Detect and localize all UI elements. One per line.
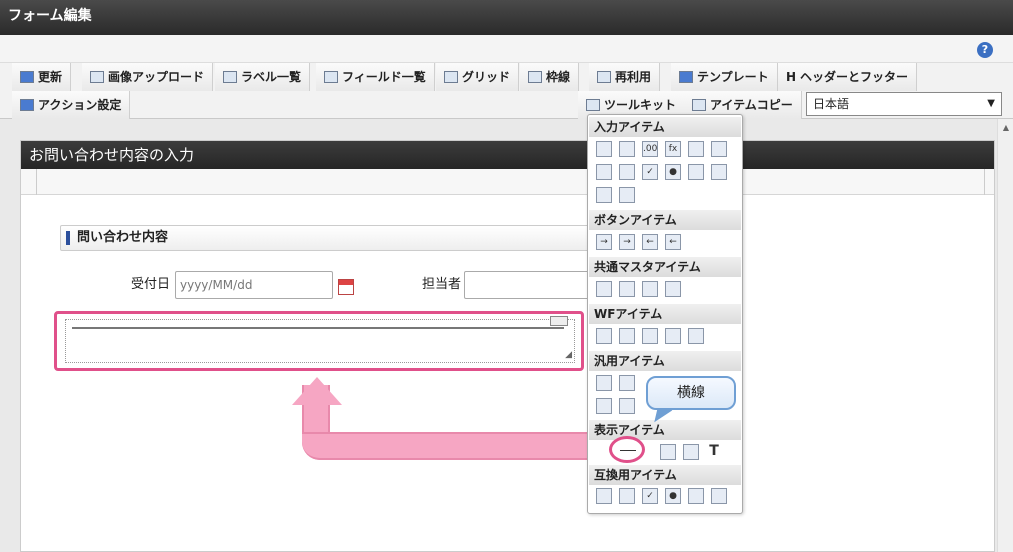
list-icon[interactable] xyxy=(688,164,704,180)
toolkit-section-general: 汎用アイテム xyxy=(589,351,741,371)
scroll-up-icon[interactable]: ▲ xyxy=(1003,123,1009,132)
compat-listbox-icon[interactable] xyxy=(711,488,727,504)
number-icon[interactable]: .00 xyxy=(642,141,658,157)
compat-checkbox-icon[interactable]: ✓ xyxy=(642,488,658,504)
update-icon xyxy=(20,71,34,83)
field-list-button[interactable]: フィールド一覧 xyxy=(316,63,435,91)
border-button[interactable]: 枠線 xyxy=(520,63,580,91)
grid-icon xyxy=(444,71,458,83)
resize-icon[interactable]: ◢ xyxy=(565,350,572,360)
compat-dropdown-icon[interactable] xyxy=(596,488,612,504)
toolkit-section-display: 表示アイテム xyxy=(589,420,741,440)
horizontal-line-tool-icon[interactable] xyxy=(609,436,645,463)
toolbar: 更新 画像アップロード ラベル一覧 フィールド一覧 グリッド 枠線 再利用 テン… xyxy=(0,63,1013,119)
datetime-icon[interactable] xyxy=(711,141,727,157)
attachment-icon[interactable] xyxy=(619,328,635,344)
date-label: 受付日 xyxy=(131,277,171,292)
pink-arrow-head xyxy=(292,377,342,405)
reuse-button[interactable]: 再利用 xyxy=(589,63,661,91)
vertical-scrollbar[interactable]: ▲ xyxy=(997,119,1013,552)
horizontal-line-frame: ◢ xyxy=(65,316,575,363)
document-icon[interactable] xyxy=(619,375,635,391)
border-icon xyxy=(528,71,542,83)
reuse-icon xyxy=(597,71,611,83)
text-icon[interactable]: T xyxy=(706,444,722,460)
toolkit-icon xyxy=(586,99,600,111)
submit-button-icon[interactable]: → xyxy=(596,234,612,250)
horizontal-line-item[interactable]: ◢ xyxy=(54,311,584,371)
drag-handle-icon[interactable] xyxy=(550,316,568,326)
checkbox-icon[interactable]: ✓ xyxy=(642,164,658,180)
stamp-icon[interactable] xyxy=(688,328,704,344)
update-button[interactable]: 更新 xyxy=(12,63,72,91)
section-header: 問い合わせ内容 xyxy=(60,225,590,251)
compat-radio-icon[interactable]: ● xyxy=(665,488,681,504)
formula-icon[interactable]: fx xyxy=(665,141,681,157)
box-icon[interactable] xyxy=(660,444,676,460)
panel-icon[interactable] xyxy=(596,398,612,414)
compat-table-icon[interactable] xyxy=(619,488,635,504)
list-icon xyxy=(223,71,237,83)
date-icon[interactable] xyxy=(688,141,704,157)
toolkit-section-button: ボタンアイテム xyxy=(589,210,741,230)
label-list-button[interactable]: ラベル一覧 xyxy=(215,63,311,91)
back-button-icon[interactable]: ← xyxy=(642,234,658,250)
image-icon[interactable] xyxy=(642,328,658,344)
history-icon[interactable] xyxy=(665,328,681,344)
display-image-icon[interactable] xyxy=(683,444,699,460)
chevron-down-icon: ▼ xyxy=(987,98,995,109)
action-icon xyxy=(20,99,34,111)
next-button-icon[interactable]: → xyxy=(619,234,635,250)
help-icon[interactable]: ? xyxy=(977,42,993,58)
header-footer-button[interactable]: H ヘッダーとフッター xyxy=(778,63,918,91)
role-icon[interactable] xyxy=(642,281,658,297)
help-bar: ? xyxy=(0,35,1013,63)
toolkit-section-wf: WFアイテム xyxy=(589,304,741,324)
company-icon[interactable] xyxy=(665,281,681,297)
date-input[interactable]: yyyy/MM/dd xyxy=(175,271,333,299)
user-icon[interactable] xyxy=(596,281,612,297)
organization-icon[interactable] xyxy=(619,281,635,297)
dropdown-icon[interactable] xyxy=(596,164,612,180)
table-icon[interactable] xyxy=(619,164,635,180)
toolkit-section-compat: 互換用アイテム xyxy=(589,465,741,485)
upload-icon[interactable] xyxy=(596,187,612,203)
template-button[interactable]: テンプレート xyxy=(671,63,778,91)
toolkit-section-master: 共通マスタアイテム xyxy=(589,257,741,277)
listbox-icon[interactable] xyxy=(711,164,727,180)
list-icon xyxy=(324,71,338,83)
return-button-icon[interactable]: ← xyxy=(665,234,681,250)
field-icon[interactable] xyxy=(596,375,612,391)
image-icon xyxy=(90,71,104,83)
person-input[interactable] xyxy=(464,271,589,299)
compat-list-icon[interactable] xyxy=(688,488,704,504)
calendar-icon[interactable] xyxy=(338,279,354,295)
form-subheader xyxy=(21,169,994,195)
clipboard-icon[interactable] xyxy=(596,328,612,344)
template-icon xyxy=(679,71,693,83)
chart-icon[interactable] xyxy=(619,398,635,414)
language-select[interactable]: 日本語 ▼ xyxy=(806,92,1002,116)
copy-icon xyxy=(692,99,706,111)
grid-button[interactable]: グリッド xyxy=(436,63,520,91)
textarea-icon[interactable] xyxy=(619,141,635,157)
image-upload-button[interactable]: 画像アップロード xyxy=(82,63,214,91)
person-label: 担当者 xyxy=(422,277,462,292)
header-icon: H xyxy=(786,70,797,84)
pink-arrow-horizontal xyxy=(302,432,618,460)
window-title: フォーム編集 xyxy=(0,0,1013,35)
textbox-icon[interactable] xyxy=(596,141,612,157)
tooltip: 横線 xyxy=(646,376,736,410)
form-title: お問い合わせ内容の入力 xyxy=(21,141,994,169)
action-settings-button[interactable]: アクション設定 xyxy=(12,91,131,119)
toolkit-section-input: 入力アイテム xyxy=(589,117,741,137)
radio-icon[interactable]: ● xyxy=(665,164,681,180)
grid-icon[interactable] xyxy=(619,187,635,203)
horizontal-line xyxy=(72,327,564,329)
